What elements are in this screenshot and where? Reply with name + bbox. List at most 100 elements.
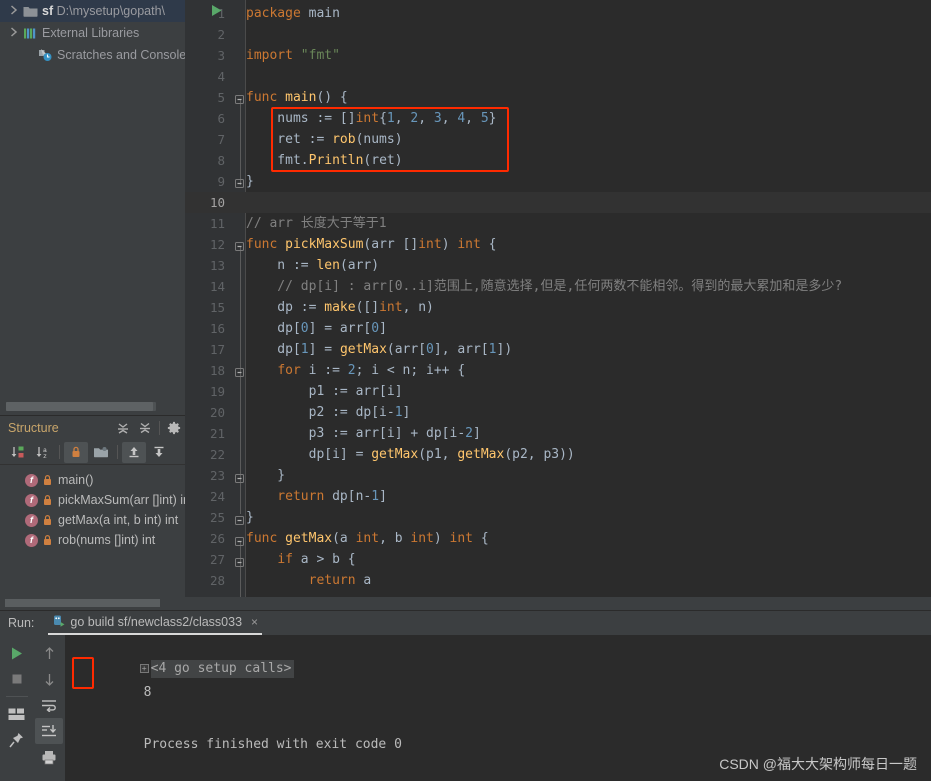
layout-settings-icon[interactable] xyxy=(3,701,31,727)
code-line[interactable]: 14 // dp[i] : arr[0..i]范围上,随意选择,但是,任何两数不… xyxy=(185,276,931,297)
up-arrow-icon[interactable] xyxy=(35,640,63,666)
structure-list-item[interactable]: f main() xyxy=(0,470,185,490)
code-lines-container: 1 package main 2 3 import "fmt" 4 5 func main()… xyxy=(185,0,931,610)
code-text: return a xyxy=(246,573,372,588)
header-divider xyxy=(159,421,160,435)
stop-icon[interactable] xyxy=(3,666,31,692)
scroll-to-source-icon[interactable] xyxy=(147,442,171,463)
code-text: for i := 2; i < n; i++ { xyxy=(277,363,466,378)
code-line[interactable]: 25} xyxy=(185,507,931,528)
code-line[interactable]: 2 xyxy=(185,24,931,45)
code-text: } xyxy=(246,174,254,189)
code-line[interactable]: 28 return a xyxy=(185,570,931,591)
code-line[interactable]: 21 p3 := arr[i] + dp[i-2] xyxy=(185,423,931,444)
run-gutter-play-icon[interactable] xyxy=(211,4,223,20)
expand-all-icon[interactable] xyxy=(112,417,134,439)
setup-calls-text: <4 go setup calls> xyxy=(150,660,294,678)
sort-alphabetically-icon[interactable]: a z xyxy=(31,442,55,463)
code-text: } xyxy=(246,510,254,525)
collapse-all-icon[interactable] xyxy=(134,417,156,439)
project-tree-row-label: sf D:\mysetup\gopath\ xyxy=(42,4,165,18)
chevron-right-icon[interactable] xyxy=(6,0,21,22)
code-line[interactable]: 3 import "fmt" xyxy=(185,45,931,66)
code-line[interactable]: 22 dp[i] = getMax(p1, getMax(p2, p3)) xyxy=(185,444,931,465)
code-editor[interactable]: 1 package main 2 3 import "fmt" 4 5 func main()… xyxy=(185,0,931,610)
show-non-public-lock-icon[interactable] xyxy=(64,441,88,463)
code-line[interactable]: 5 func main() { xyxy=(185,87,931,108)
settings-gear-icon[interactable] xyxy=(163,417,185,439)
down-arrow-icon[interactable] xyxy=(35,666,63,692)
toolbar-divider-2 xyxy=(117,445,118,459)
code-line[interactable]: 19 p1 := arr[i] xyxy=(185,381,931,402)
code-line[interactable]: 4 xyxy=(185,66,931,87)
editor-horizontal-scrollbar[interactable] xyxy=(185,597,931,610)
line-number: 2 xyxy=(217,27,225,42)
project-tree-row[interactable]: Scratches and Consoles xyxy=(0,44,185,66)
watermark-text: CSDN @福大大架构师每日一题 xyxy=(719,756,917,772)
print-icon[interactable] xyxy=(35,744,63,770)
structure-list-item[interactable]: f rob(nums []int) int xyxy=(0,530,185,550)
code-line[interactable]: 13 n := len(arr) xyxy=(185,255,931,276)
line-number: 15 xyxy=(209,300,225,315)
fold-marker-collapse-18[interactable] xyxy=(235,366,244,380)
structure-list-item[interactable]: f getMax(a int, b int) int xyxy=(0,510,185,530)
code-line[interactable]: 24 return dp[n-1] xyxy=(185,486,931,507)
code-line[interactable]: 27 if a > b { xyxy=(185,549,931,570)
line-number: 27 xyxy=(209,552,225,567)
code-line[interactable]: 11 // arr 长度大于等于1 xyxy=(185,213,931,234)
code-line[interactable]: 15 dp := make([]int, n) xyxy=(185,297,931,318)
code-line[interactable]: 16 dp[0] = arr[0] xyxy=(185,318,931,339)
code-line[interactable]: 7 ret := rob(nums) xyxy=(185,129,931,150)
structure-hscrollbar-thumb[interactable] xyxy=(5,599,160,607)
structure-panel: Structure a z f main() f pickMaxSum(arr … xyxy=(0,415,185,610)
fold-marker-collapse-25[interactable] xyxy=(235,514,244,528)
run-tab[interactable]: go build sf/newclass2/class033 × xyxy=(48,612,263,635)
code-line[interactable]: 9} xyxy=(185,171,931,192)
code-line[interactable]: 18 for i := 2; i < n; i++ { xyxy=(185,360,931,381)
code-text: package main xyxy=(246,6,340,21)
line-number: 4 xyxy=(217,69,225,84)
fold-marker-collapse-12[interactable] xyxy=(235,240,244,254)
code-text: dp := make([]int, n) xyxy=(246,300,434,315)
project-tree-hscrollbar-thumb[interactable] xyxy=(6,402,153,411)
code-line[interactable]: 1 package main xyxy=(185,3,931,24)
fold-marker-collapse-5[interactable] xyxy=(235,93,244,107)
code-line[interactable]: 12 func pickMaxSum(arr []int) int { xyxy=(185,234,931,255)
pin-icon[interactable] xyxy=(3,727,31,753)
code-line[interactable]: 8 fmt.Println(ret) xyxy=(185,150,931,171)
scroll-from-source-icon[interactable] xyxy=(122,441,146,463)
line-number: 19 xyxy=(209,384,225,399)
scratches-icon xyxy=(36,48,54,62)
group-by-file-folder-icon[interactable] xyxy=(89,442,113,463)
code-text: func main() { xyxy=(246,90,348,105)
rerun-icon[interactable] xyxy=(3,640,31,666)
line-number: 13 xyxy=(209,258,225,273)
fold-marker-collapse-23[interactable] xyxy=(235,472,244,486)
scroll-to-end-icon[interactable] xyxy=(35,718,63,744)
project-tree-row[interactable]: External Libraries xyxy=(0,22,185,44)
code-line[interactable]: 10 xyxy=(185,192,931,213)
structure-item-label: getMax(a int, b int) int xyxy=(58,513,179,527)
close-icon[interactable]: × xyxy=(251,615,258,629)
fold-marker-collapse-9[interactable] xyxy=(235,177,244,191)
structure-list-item[interactable]: f pickMaxSum(arr []int) int xyxy=(0,490,185,510)
fold-marker-collapse-26[interactable] xyxy=(235,535,244,549)
chevron-right-icon[interactable] xyxy=(6,22,21,44)
run-console-output[interactable]: + <4 go setup calls> 8 Process finished w… xyxy=(65,635,931,781)
line-number: 11 xyxy=(209,216,225,231)
console-setup-calls-line[interactable]: + <4 go setup calls> xyxy=(77,637,294,678)
code-line[interactable]: 23 } xyxy=(185,465,931,486)
project-tree-panel[interactable]: sf D:\mysetup\gopath\ External Libraries S… xyxy=(0,0,185,415)
soft-wrap-icon[interactable] xyxy=(35,692,63,718)
fold-marker-collapse-27[interactable] xyxy=(235,556,244,570)
structure-toolbar: a z xyxy=(0,440,185,465)
code-line[interactable]: 17 dp[1] = getMax(arr[0], arr[1]) xyxy=(185,339,931,360)
code-line[interactable]: 6 nums := []int{1, 2, 3, 4, 5} xyxy=(185,108,931,129)
code-line[interactable]: 26 func getMax(a int, b int) int { xyxy=(185,528,931,549)
code-line[interactable]: 20 p2 := dp[i-1] xyxy=(185,402,931,423)
code-text: p2 := dp[i-1] xyxy=(246,405,411,420)
sort-by-visibility-icon[interactable] xyxy=(6,442,30,463)
structure-items-list[interactable]: f main() f pickMaxSum(arr []int) int f getMax… xyxy=(0,465,185,610)
run-secondary-toolbar xyxy=(33,635,65,781)
project-tree-row[interactable]: sf D:\mysetup\gopath\ xyxy=(0,0,185,22)
